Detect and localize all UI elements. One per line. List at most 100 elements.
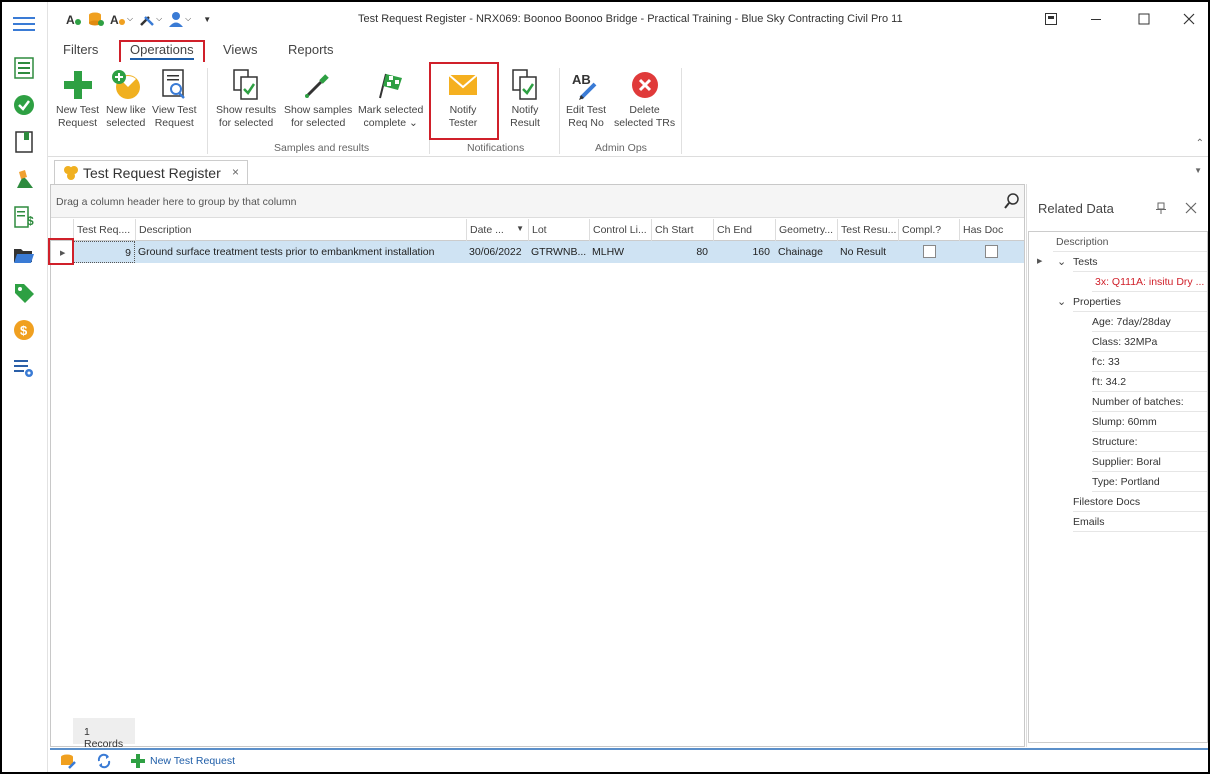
column-header-control-line[interactable]: Control Li...	[589, 219, 651, 241]
cell-description[interactable]: Ground surface treatment tests prior to …	[135, 241, 466, 263]
register-tab-icon	[64, 165, 78, 180]
test-request-grid: Drag a column header here to group by th…	[48, 184, 1025, 750]
close-panel-icon[interactable]	[1185, 202, 1197, 217]
hand-cone-icon[interactable]	[12, 167, 36, 191]
cell-ch-end[interactable]: 160	[713, 241, 773, 263]
tag-icon[interactable]	[12, 281, 36, 305]
complete-checkbox[interactable]	[923, 245, 936, 258]
cell-lot[interactable]: GTRWNB...	[528, 241, 589, 263]
minimize-icon	[1091, 19, 1101, 20]
new-test-request-button[interactable]: New Test Request	[56, 68, 99, 130]
register-list-icon[interactable]	[12, 56, 36, 80]
property-item[interactable]: Slump: 60mm	[1092, 412, 1207, 432]
notify-tester-highlight	[429, 62, 499, 140]
group-label-admin-ops: Admin Ops	[595, 142, 647, 154]
property-item[interactable]: Age: 7day/28day	[1092, 312, 1207, 332]
folder-open-icon[interactable]	[12, 243, 36, 267]
qat-customize-dropdown[interactable]: ▼	[197, 10, 211, 28]
view-test-request-button[interactable]: View Test Request	[152, 68, 197, 130]
quick-access-toolbar: A A ⌵ ⌵ ⌵ ▼	[66, 10, 211, 28]
app-window: $ $ A A ⌵ ⌵ ⌵ ▼ Test Request Register - …	[2, 2, 1208, 772]
chevron-down-icon: ⌵	[156, 14, 163, 23]
delete-selected-trs-button[interactable]: Delete selected TRs	[614, 68, 675, 130]
column-header-has-doc[interactable]: Has Doc	[959, 219, 1021, 241]
minimize-button[interactable]	[1085, 8, 1107, 30]
notify-result-button[interactable]: Notify Result	[508, 68, 542, 130]
new-like-selected-button[interactable]: New like selected	[106, 68, 146, 130]
column-header-ch-start[interactable]: Ch Start	[651, 219, 713, 241]
cell-ch-start[interactable]: 80	[651, 241, 711, 263]
database-edit-icon[interactable]	[60, 753, 76, 772]
column-header-complete[interactable]: Compl.?	[898, 219, 959, 241]
collapse-icon[interactable]: ⌄	[1057, 295, 1066, 308]
property-item[interactable]: f'c: 33	[1092, 352, 1207, 372]
property-item[interactable]: f't: 34.2	[1092, 372, 1207, 392]
close-button[interactable]	[1178, 8, 1200, 30]
cell-geometry[interactable]: Chainage	[775, 241, 837, 263]
column-header-date[interactable]: Date ... ▼	[466, 219, 528, 241]
tab-reports[interactable]: Reports	[288, 42, 334, 57]
qat-register-button[interactable]: A	[66, 10, 82, 28]
has-doc-checkbox[interactable]	[985, 245, 998, 258]
property-item[interactable]: Class: 32MPa	[1092, 332, 1207, 352]
restore-layout-button[interactable]	[1040, 8, 1062, 30]
column-header-ch-end[interactable]: Ch End	[713, 219, 775, 241]
window-title: Test Request Register - NRX069: Boonoo B…	[358, 13, 903, 25]
tree-node-tests[interactable]: Tests	[1073, 252, 1207, 272]
qat-tools-dropdown[interactable]: A ⌵	[110, 10, 133, 28]
pipette-icon	[305, 74, 329, 98]
database-icon	[89, 12, 104, 26]
tree-item-test[interactable]: 3x: Q111A: insitu Dry ...	[1092, 272, 1207, 292]
list-settings-icon[interactable]	[12, 356, 36, 380]
column-header-geometry[interactable]: Geometry...	[775, 219, 837, 241]
collapse-ribbon-icon[interactable]: ⌃	[1196, 138, 1204, 149]
tree-node-filestore-docs[interactable]: Filestore Docs	[1073, 492, 1207, 512]
property-item[interactable]: Structure:	[1092, 432, 1207, 452]
grid-search-icon[interactable]	[1004, 193, 1020, 212]
expand-icon[interactable]: ▶	[1037, 257, 1042, 265]
pin-icon[interactable]	[1155, 202, 1167, 217]
show-results-button[interactable]: Show results for selected	[216, 68, 276, 130]
property-item[interactable]: Supplier: Boral	[1092, 452, 1207, 472]
column-header-test-req[interactable]: Test Req....	[73, 219, 135, 241]
refresh-icon[interactable]	[96, 753, 112, 772]
wrench-screwdriver-icon	[140, 16, 154, 26]
svg-text:AB: AB	[572, 72, 591, 87]
tree-node-properties[interactable]: Properties	[1073, 292, 1207, 312]
dollar-coin-icon[interactable]: $	[12, 318, 36, 342]
invoice-dollar-icon[interactable]: $	[12, 205, 36, 229]
qat-database-button[interactable]	[88, 10, 104, 28]
related-data-title: Related Data	[1038, 201, 1114, 216]
edit-test-req-no-button[interactable]: AB Edit Test Req No	[566, 68, 606, 130]
mark-selected-complete-dropdown[interactable]: Mark selected complete ⌄	[358, 68, 423, 130]
property-item[interactable]: Number of batches:	[1092, 392, 1207, 412]
cell-test-result[interactable]: No Result	[837, 241, 898, 263]
tab-list-dropdown-icon[interactable]: ▼	[1194, 166, 1202, 175]
column-header-test-result[interactable]: Test Resu...	[837, 219, 898, 241]
caret-down-icon: ▼	[203, 14, 212, 24]
qat-user-dropdown[interactable]: ⌵	[168, 10, 191, 28]
column-header-lot[interactable]: Lot	[528, 219, 589, 241]
document-tab-test-request-register[interactable]: Test Request Register ×	[54, 160, 248, 184]
maximize-button[interactable]	[1133, 8, 1155, 30]
svg-text:$: $	[27, 214, 34, 228]
diary-book-icon[interactable]	[12, 130, 36, 154]
tab-views[interactable]: Views	[223, 42, 257, 57]
group-by-panel[interactable]: Drag a column header here to group by th…	[51, 185, 1024, 218]
cell-control-line[interactable]: MLHW	[589, 241, 651, 263]
table-row[interactable]: ▶ 9 Ground surface treatment tests prior…	[51, 241, 1024, 263]
new-test-request-footer-button[interactable]: New Test Request	[130, 753, 235, 769]
cell-test-req[interactable]: 9	[73, 241, 135, 263]
qat-settings-dropdown[interactable]: ⌵	[139, 10, 162, 28]
hamburger-menu-icon[interactable]	[12, 12, 36, 36]
check-circle-icon[interactable]	[12, 93, 36, 117]
sort-descending-icon: ▼	[516, 224, 524, 233]
cell-date[interactable]: 30/06/2022	[466, 241, 528, 263]
tab-filters[interactable]: Filters	[63, 42, 98, 57]
tree-node-emails[interactable]: Emails	[1073, 512, 1207, 532]
show-samples-button[interactable]: Show samples for selected	[284, 68, 352, 130]
collapse-icon[interactable]: ⌄	[1057, 255, 1066, 268]
column-header-description[interactable]: Description	[135, 219, 466, 241]
close-tab-icon[interactable]: ×	[232, 165, 239, 179]
property-item[interactable]: Type: Portland	[1092, 472, 1207, 492]
